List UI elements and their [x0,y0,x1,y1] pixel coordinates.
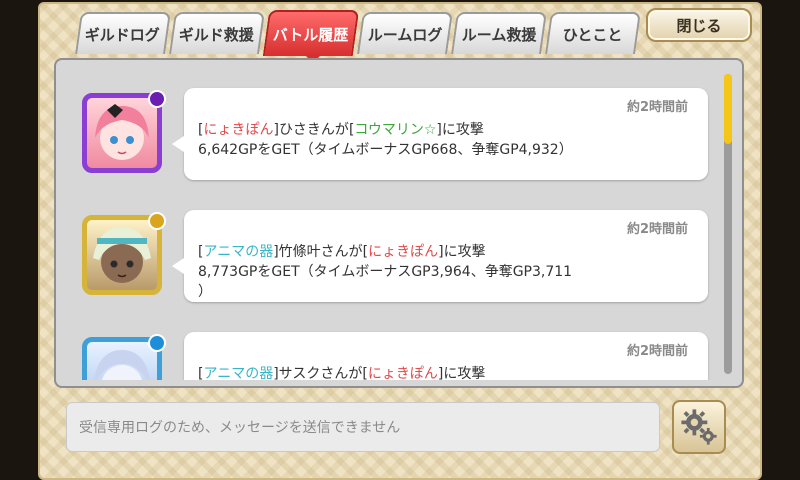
attacker-text: 竹條叶さんが [278,244,363,260]
scroll-thumb[interactable] [724,74,732,144]
message-bubble: 約2時間前 [アニマの器]竹條叶さんが[にょきぽん]に攻撃 8,773GPをGE… [172,210,708,302]
action-text: に攻撃 [443,366,486,380]
list-item: 約2時間前 [アニマの器]サスクさんが[にょきぽん]に攻撃 [56,312,724,380]
tab-label: ルーム救援 [461,25,537,44]
message-bubble: 約2時間前 [にょきぽん]ひさきんが[コウマリン☆]に攻撃 6,642GPをGE… [172,88,708,180]
tab-label: バトル履歴 [273,25,349,44]
message-text: [アニマの器]竹條叶さんが[にょきぽん]に攻撃 8,773GPをGET（タイムボ… [198,242,688,302]
gears-icon [681,409,717,445]
gp-result-continued: ） [198,284,212,300]
message-text: [にょきぽん]ひさきんが[コウマリン☆]に攻撃 6,642GPをGET（タイムボ… [198,120,688,160]
gp-result: 8,773GPをGET（タイムボーナスGP3,964、争奪GP3,711 [198,264,573,280]
message-bubble: 約2時間前 [アニマの器]サスクさんが[にょきぽん]に攻撃 [184,332,708,380]
message-list[interactable]: 約2時間前 [にょきぽん]ひさきんが[コウマリン☆]に攻撃 6,642GPをGE… [56,68,724,380]
tab-label: ひとこと [563,25,623,44]
list-item: 約2時間前 [にょきぽん]ひさきんが[コウマリン☆]に攻撃 6,642GPをGE… [56,68,724,180]
guild-name: コウマリン☆ [354,122,437,138]
tab-guild-rescue[interactable]: ギルド救援 [169,12,265,54]
timestamp: 約2時間前 [626,344,688,359]
tab-label: ギルド救援 [179,25,255,44]
character-portrait-icon [95,104,149,160]
guild-name: にょきぽん [203,122,274,138]
guild-name: にょきぽん [367,366,438,380]
message-input: 受信専用ログのため、メッセージを送信できません [66,402,660,452]
element-badge-icon [148,334,166,352]
settings-button[interactable] [672,400,726,454]
guild-name: アニマの器 [203,244,274,260]
tab-guild-log[interactable]: ギルドログ [75,12,171,54]
battle-history-panel: 約2時間前 [にょきぽん]ひさきんが[コウマリン☆]に攻撃 6,642GPをGE… [54,58,744,388]
attacker-text: サスクさんが [278,366,363,380]
action-text: に攻撃 [443,244,486,260]
scrollbar[interactable] [724,74,732,374]
tab-label: ギルドログ [85,25,161,44]
attacker-text: ひさきんが [278,122,349,138]
tab-room-log[interactable]: ルームログ [357,12,453,54]
message-text: [アニマの器]サスクさんが[にょきぽん]に攻撃 [198,364,688,380]
tab-hitokoto[interactable]: ひとこと [545,12,641,54]
gp-result: 6,642GPをGET（タイムボーナスGP668、争奪GP4,932） [198,142,573,158]
tab-battle-history[interactable]: バトル履歴 [262,10,360,56]
list-item: 約2時間前 [アニマの器]竹條叶さんが[にょきぽん]に攻撃 8,773GPをGE… [56,190,724,302]
character-portrait-icon [93,227,151,283]
element-badge-icon [148,90,166,108]
element-badge-icon [148,212,166,230]
timestamp: 約2時間前 [626,222,688,237]
guild-name: アニマの器 [203,366,274,380]
action-text: に攻撃 [441,122,484,138]
character-portrait-icon [93,350,151,380]
guild-name: にょきぽん [368,244,439,260]
timestamp: 約2時間前 [626,100,688,115]
tab-room-rescue[interactable]: ルーム救援 [451,12,547,54]
tab-label: ルームログ [367,25,443,44]
close-button[interactable]: 閉じる [646,8,752,42]
